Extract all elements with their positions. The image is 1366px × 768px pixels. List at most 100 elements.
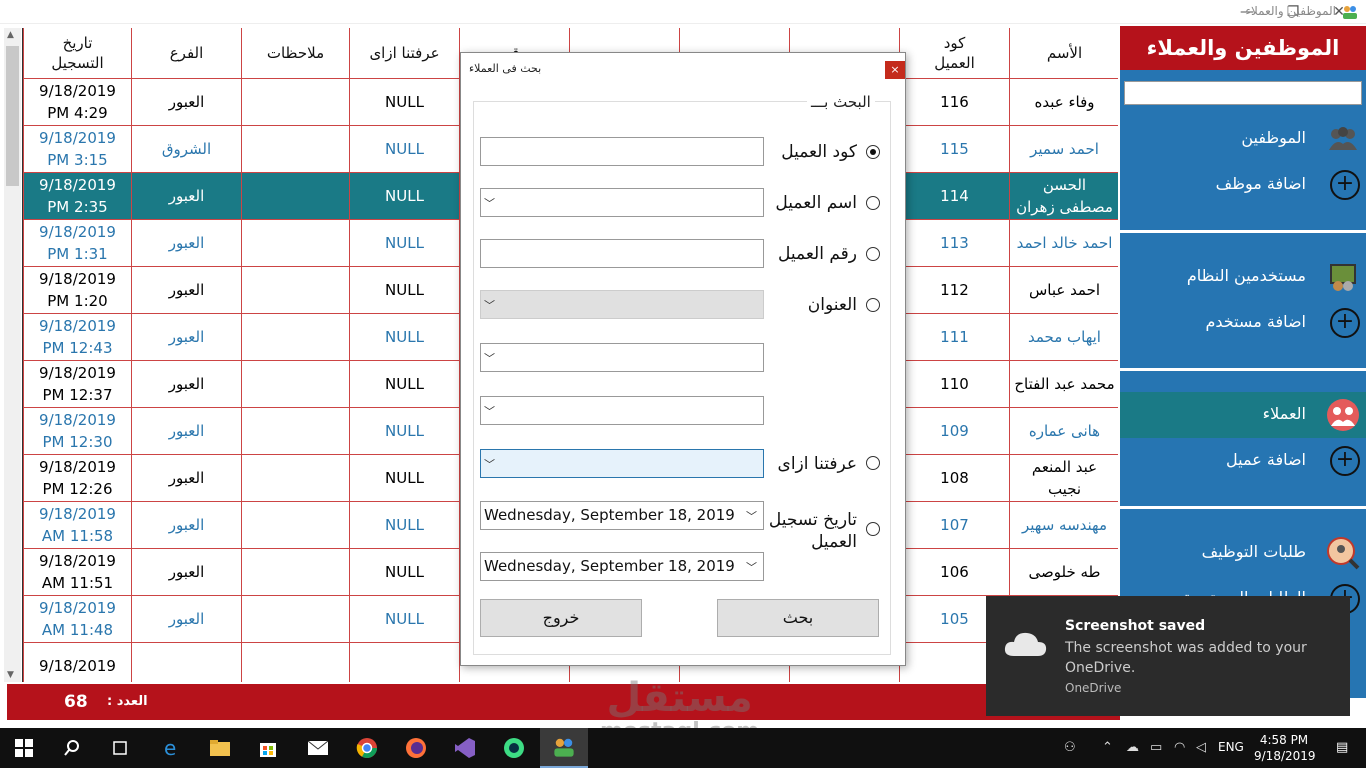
- address-area-combo[interactable]: ﹀: [480, 396, 764, 425]
- cell-date[interactable]: 9/18/2019: [23, 641, 132, 682]
- radio-client-phone[interactable]: [866, 247, 880, 261]
- cell-notes[interactable]: [241, 500, 350, 549]
- cell-how[interactable]: NULL: [349, 547, 460, 596]
- cell-how[interactable]: NULL: [349, 171, 460, 220]
- cell-code[interactable]: 108: [899, 453, 1010, 502]
- client-name-combo[interactable]: ﹀: [480, 188, 764, 217]
- taskbar-chrome[interactable]: [343, 728, 391, 768]
- client-phone-input[interactable]: [480, 239, 764, 268]
- cell-notes[interactable]: [241, 77, 350, 126]
- cell-date[interactable]: 9/18/2019 PM 4:29: [23, 77, 132, 126]
- cell-code[interactable]: 111: [899, 312, 1010, 361]
- cell-notes[interactable]: [241, 359, 350, 408]
- taskbar-android-studio[interactable]: [490, 728, 538, 768]
- cell-code[interactable]: 109: [899, 406, 1010, 455]
- battery-icon[interactable]: ▭: [1150, 740, 1162, 755]
- sidebar-search-input[interactable]: [1124, 81, 1362, 105]
- chevron-up-icon[interactable]: ⌃: [1102, 740, 1113, 755]
- onedrive-icon[interactable]: ☁: [1126, 740, 1139, 755]
- cell-date[interactable]: 9/18/2019 PM 2:35: [23, 171, 132, 220]
- cell-branch[interactable]: العبور: [131, 406, 242, 455]
- sidebar-item-add-user[interactable]: + اضافة مستخدم: [1120, 300, 1366, 346]
- cell-branch[interactable]: العبور: [131, 453, 242, 502]
- language-indicator[interactable]: ENG: [1218, 740, 1244, 754]
- col-header-date[interactable]: تاريخ التسجيل: [23, 28, 132, 79]
- cell-date[interactable]: 9/18/2019 AM 11:58: [23, 500, 132, 549]
- cell-notes[interactable]: [241, 265, 350, 314]
- cell-name[interactable]: احمد خالد احمد: [1009, 218, 1118, 267]
- cell-branch[interactable]: العبور: [131, 594, 242, 643]
- cell-branch[interactable]: العبور: [131, 547, 242, 596]
- cell-branch[interactable]: [131, 641, 242, 682]
- col-header-name[interactable]: الأسم: [1009, 28, 1118, 79]
- client-code-input[interactable]: [480, 137, 764, 166]
- how-know-us-combo[interactable]: ﹀: [480, 449, 764, 478]
- cell-name[interactable]: ايهاب محمد: [1009, 312, 1118, 361]
- taskbar-edge[interactable]: e: [148, 728, 196, 768]
- cell-notes[interactable]: [241, 218, 350, 267]
- cell-branch[interactable]: العبور: [131, 359, 242, 408]
- cell-name[interactable]: عبد المنعم نجيب: [1009, 453, 1118, 502]
- cell-date[interactable]: 9/18/2019 PM 1:31: [23, 218, 132, 267]
- taskbar-firefox[interactable]: [392, 728, 440, 768]
- start-button[interactable]: [0, 728, 48, 768]
- dialog-close-button[interactable]: ×: [885, 61, 905, 79]
- chevron-down-icon[interactable]: ﹀: [484, 405, 495, 418]
- cell-name[interactable]: الحسن مصطفى زهران: [1009, 171, 1118, 220]
- search-button[interactable]: بحث: [717, 599, 879, 637]
- people-icon[interactable]: ⚇: [1064, 740, 1076, 755]
- cell-name[interactable]: مهندسه سهير: [1009, 500, 1118, 549]
- radio-client-code[interactable]: [866, 145, 880, 159]
- radio-registration-date[interactable]: [866, 522, 880, 536]
- cell-how[interactable]: [349, 641, 460, 682]
- chevron-down-icon[interactable]: ﹀: [484, 197, 495, 210]
- cell-name[interactable]: وفاء عبده: [1009, 77, 1118, 126]
- cell-branch[interactable]: العبور: [131, 77, 242, 126]
- col-header-how[interactable]: عرفتنا ازاى: [349, 28, 460, 79]
- sidebar-item-system-users[interactable]: مستخدمين النظام: [1120, 254, 1366, 300]
- cell-how[interactable]: NULL: [349, 77, 460, 126]
- sidebar-item-employees[interactable]: الموظفين: [1120, 116, 1366, 162]
- address-city-combo[interactable]: ﹀: [480, 343, 764, 372]
- col-header-code[interactable]: كود العميل: [899, 28, 1010, 79]
- cell-branch[interactable]: العبور: [131, 312, 242, 361]
- cell-date[interactable]: 9/18/2019 AM 11:51: [23, 547, 132, 596]
- cell-date[interactable]: 9/18/2019 AM 11:48: [23, 594, 132, 643]
- cell-date[interactable]: 9/18/2019 PM 12:37: [23, 359, 132, 408]
- date-to-picker[interactable]: Wednesday, September 18, 2019 ﹀: [480, 552, 764, 581]
- cell-code[interactable]: 114: [899, 171, 1010, 220]
- radio-how-know-us[interactable]: [866, 456, 880, 470]
- cell-branch[interactable]: العبور: [131, 265, 242, 314]
- cell-code[interactable]: 107: [899, 500, 1010, 549]
- wifi-icon[interactable]: ◠: [1174, 740, 1185, 755]
- chevron-down-icon[interactable]: ﹀: [484, 299, 495, 312]
- task-view-button[interactable]: [96, 728, 144, 768]
- taskbar-this-app[interactable]: [540, 728, 588, 768]
- cell-name[interactable]: طه خلوصى: [1009, 547, 1118, 596]
- radio-address[interactable]: [866, 298, 880, 312]
- cell-notes[interactable]: [241, 547, 350, 596]
- col-header-branch[interactable]: الفرع: [131, 28, 242, 79]
- chevron-down-icon[interactable]: ﹀: [484, 352, 495, 365]
- cell-notes[interactable]: [241, 124, 350, 173]
- sidebar-item-add-employee[interactable]: + اضافة موظف: [1120, 162, 1366, 208]
- cell-name[interactable]: محمد عبد الفتاح: [1009, 359, 1118, 408]
- cell-code[interactable]: 110: [899, 359, 1010, 408]
- screenshot-toast[interactable]: Screenshot saved The screenshot was adde…: [986, 596, 1350, 716]
- cell-notes[interactable]: [241, 171, 350, 220]
- cell-how[interactable]: NULL: [349, 218, 460, 267]
- cell-date[interactable]: 9/18/2019 PM 3:15: [23, 124, 132, 173]
- clock[interactable]: 4:58 PM 9/18/2019: [1254, 732, 1316, 764]
- address-governorate-combo[interactable]: ﹀: [480, 290, 764, 319]
- cell-how[interactable]: NULL: [349, 265, 460, 314]
- radio-client-name[interactable]: [866, 196, 880, 210]
- cell-code[interactable]: 113: [899, 218, 1010, 267]
- cell-name[interactable]: احمد سمير: [1009, 124, 1118, 173]
- cell-date[interactable]: 9/18/2019 PM 12:43: [23, 312, 132, 361]
- cell-date[interactable]: 9/18/2019 PM 12:26: [23, 453, 132, 502]
- col-header-notes[interactable]: ملاحظات: [241, 28, 350, 79]
- cell-notes[interactable]: [241, 641, 350, 682]
- scroll-up-icon[interactable]: ▲: [7, 30, 14, 40]
- sidebar-item-clients[interactable]: العملاء: [1120, 392, 1366, 438]
- date-from-picker[interactable]: Wednesday, September 18, 2019 ﹀: [480, 501, 764, 530]
